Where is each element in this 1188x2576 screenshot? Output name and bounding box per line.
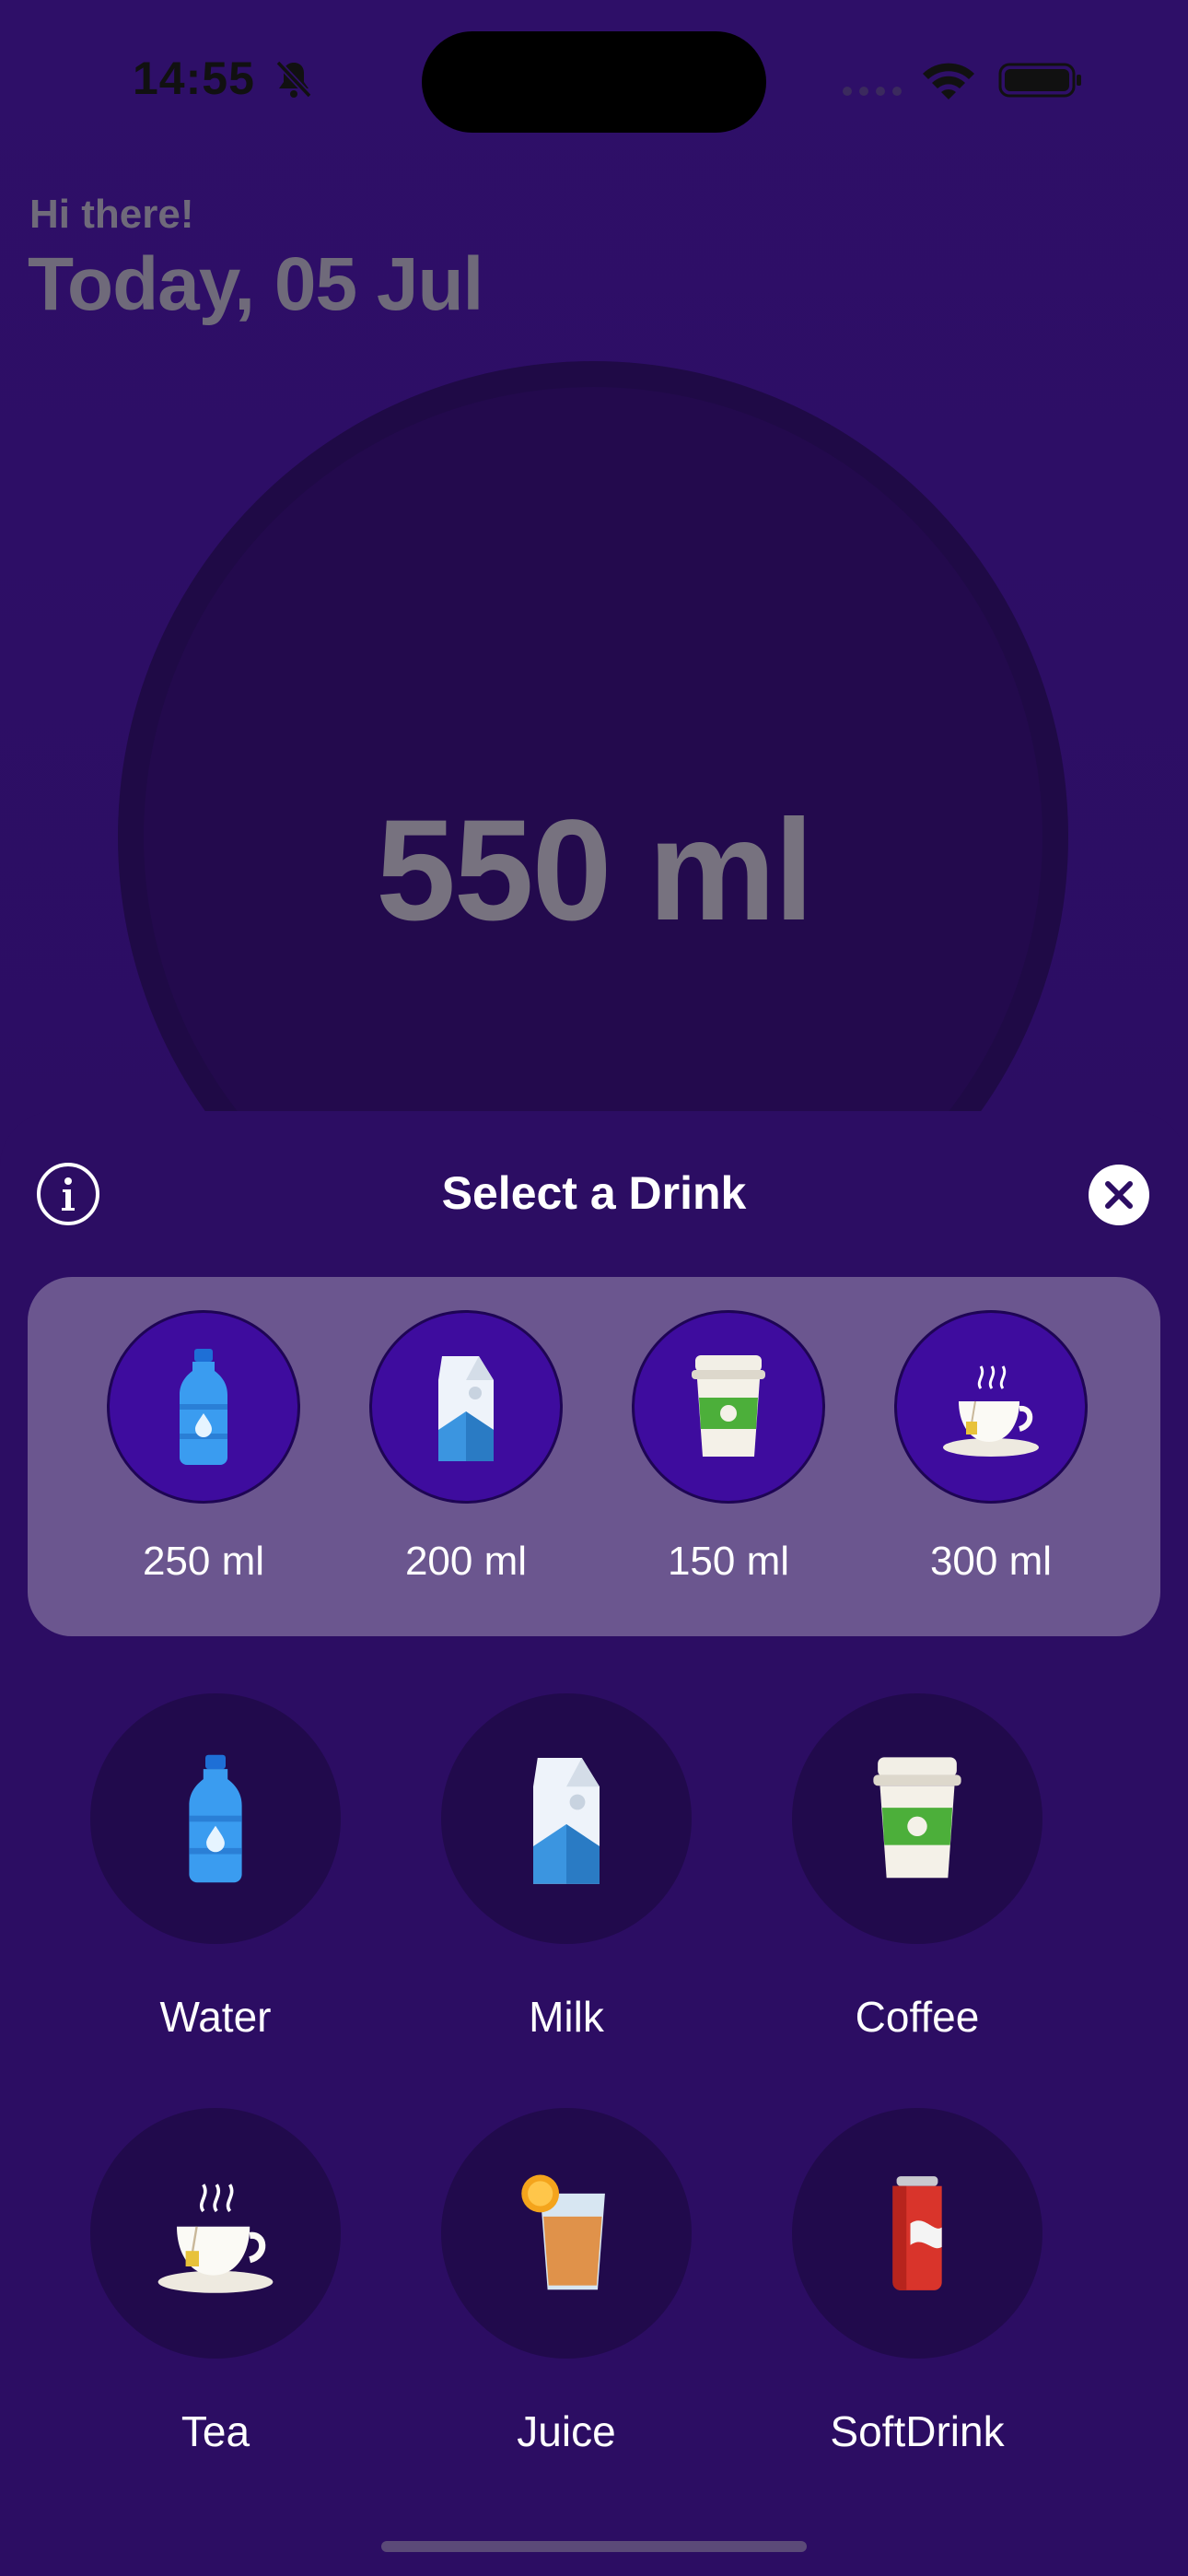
battery-icon — [998, 63, 1081, 98]
drink-circle[interactable] — [441, 1693, 692, 1944]
quick-add-water[interactable]: 250 ml — [107, 1310, 300, 1585]
drink-circle[interactable] — [90, 1693, 341, 1944]
drink-label: SoftDrink — [830, 2407, 1005, 2455]
close-icon — [1105, 1181, 1133, 1209]
intake-amount: 550 ml — [376, 790, 814, 951]
quick-add-label: 200 ml — [404, 1539, 528, 1584]
drink-softdrink[interactable]: SoftDrink — [792, 2108, 1042, 2456]
drink-circle[interactable] — [792, 1693, 1042, 1944]
sheet-title: Select a Drink — [441, 1167, 747, 1219]
quick-add-label: 300 ml — [929, 1539, 1053, 1584]
drink-juice[interactable]: Juice — [441, 2108, 692, 2456]
greeting-text: Hi there! — [29, 192, 194, 237]
close-button[interactable] — [1089, 1165, 1149, 1225]
wifi-icon — [923, 63, 974, 100]
bell-slash-icon — [275, 60, 312, 99]
drink-water[interactable]: Water — [90, 1693, 341, 2042]
home-indicator — [381, 2541, 807, 2552]
quick-add-tea[interactable]: 300 ml — [894, 1310, 1088, 1585]
quick-add-circle[interactable] — [894, 1310, 1088, 1504]
tea-cup-icon — [943, 1365, 1039, 1457]
quick-add-circle[interactable] — [632, 1310, 825, 1504]
milk-carton-icon — [533, 1758, 600, 1884]
juice-glass-icon — [521, 2174, 605, 2290]
drink-label: Tea — [181, 2407, 250, 2455]
coffee-cup-icon — [873, 1757, 961, 1879]
quick-add-circle[interactable] — [107, 1310, 300, 1504]
drink-circle[interactable] — [441, 2108, 692, 2359]
coffee-cup-icon — [692, 1355, 765, 1457]
drink-coffee[interactable]: Coffee — [792, 1693, 1042, 2042]
drink-label: Water — [159, 1993, 272, 2041]
date-title: Today, 05 Jul — [28, 242, 483, 326]
tea-cup-icon — [157, 2184, 274, 2293]
drink-label: Milk — [529, 1993, 604, 2041]
quick-add-label: 250 ml — [142, 1539, 265, 1584]
water-bottle-icon — [189, 1754, 242, 1883]
drink-milk[interactable]: Milk — [441, 1693, 692, 2042]
cellular-signal-icon — [843, 87, 902, 96]
drink-label: Juice — [517, 2407, 616, 2455]
quick-add-circle[interactable] — [369, 1310, 563, 1504]
dynamic-island — [422, 31, 766, 133]
quick-add-label: 150 ml — [667, 1539, 790, 1584]
drink-tea[interactable]: Tea — [90, 2108, 341, 2456]
drink-circle[interactable] — [792, 2108, 1042, 2359]
milk-carton-icon — [438, 1356, 494, 1461]
quick-add-coffee[interactable]: 150 ml — [632, 1310, 825, 1585]
status-time: 14:55 — [133, 53, 255, 104]
drink-label: Coffee — [855, 1993, 980, 2041]
quick-add-milk[interactable]: 200 ml — [369, 1310, 563, 1585]
soda-can-icon — [892, 2176, 942, 2290]
water-bottle-icon — [180, 1349, 227, 1465]
drink-circle[interactable] — [90, 2108, 341, 2359]
